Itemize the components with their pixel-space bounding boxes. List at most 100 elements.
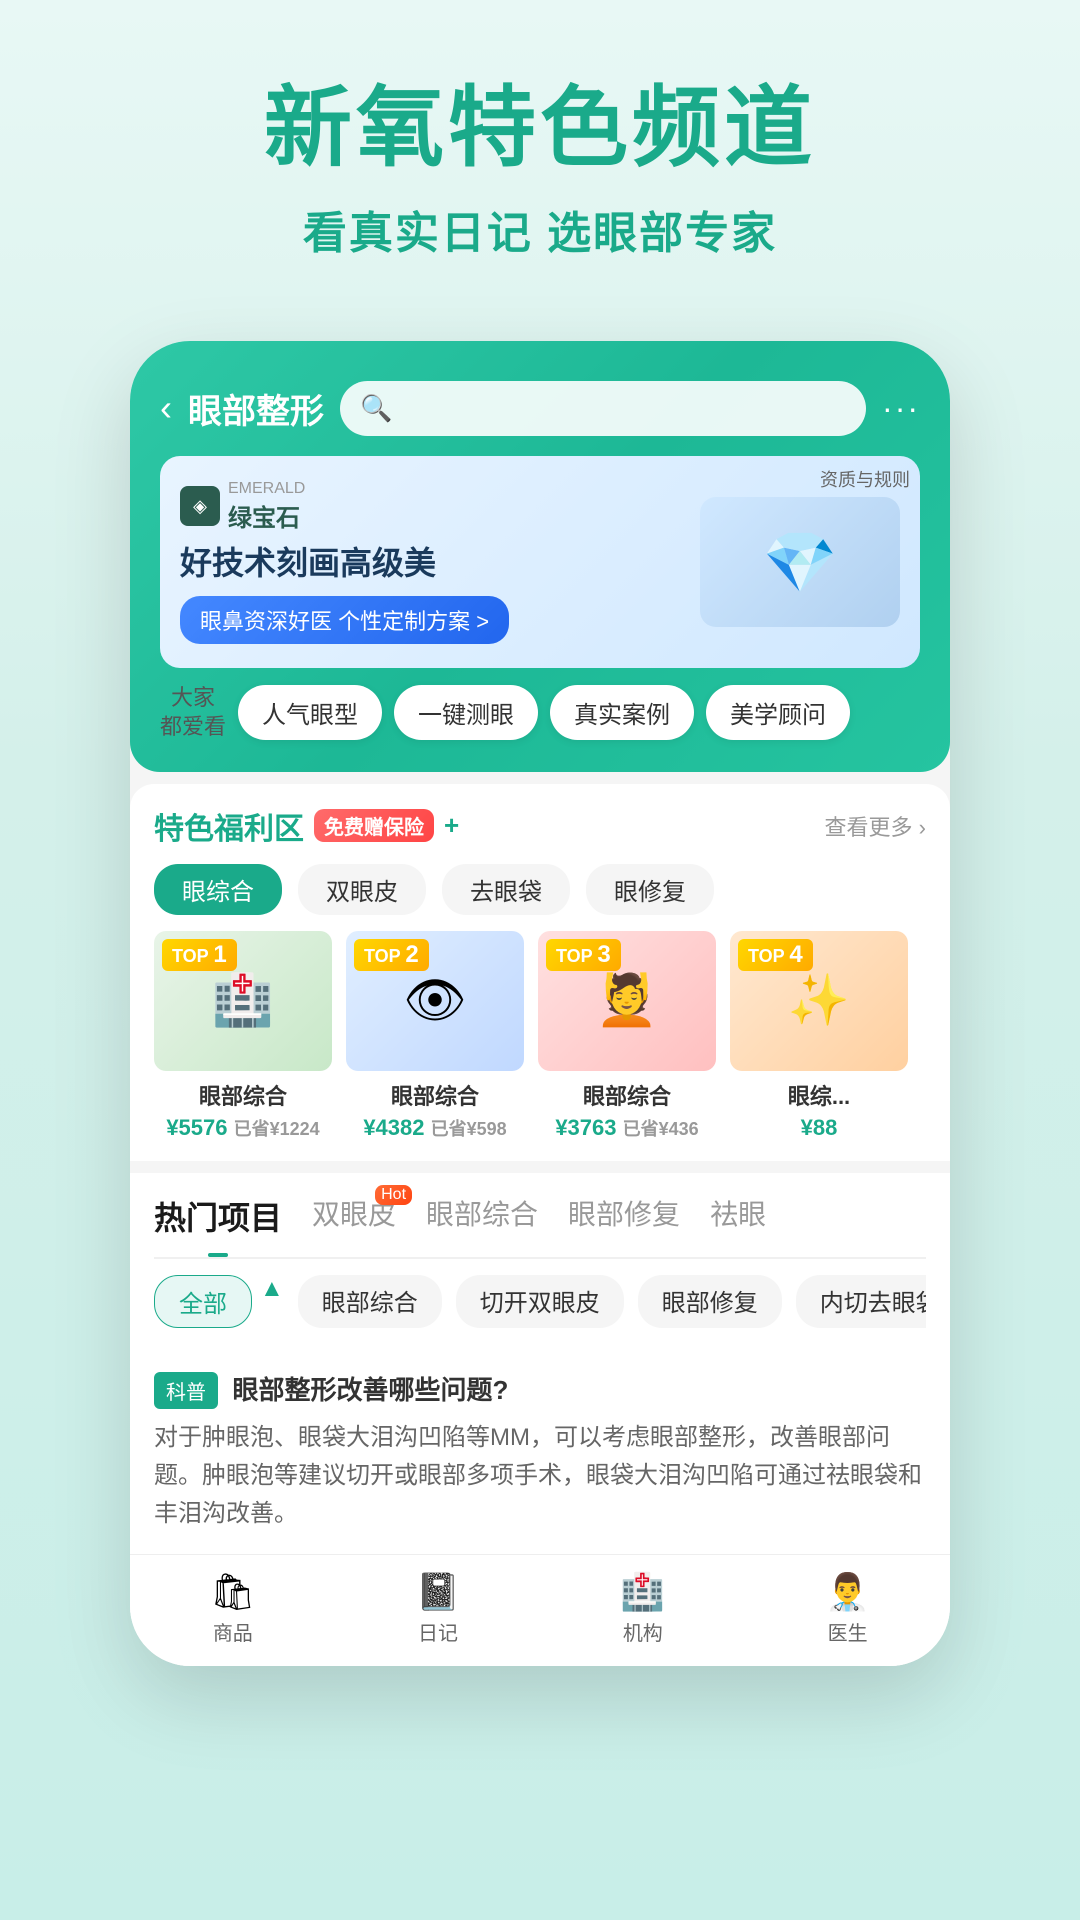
brand-name-en: EMERALD xyxy=(228,480,305,498)
product-card-1[interactable]: 🏥 TOP 1 眼部综合 ¥5576 已省¥1224 xyxy=(154,931,332,1141)
quick-tag-3[interactable]: 真实案例 xyxy=(550,685,694,740)
product-card-4[interactable]: ✨ TOP 4 眼综... ¥88 xyxy=(730,931,908,1141)
product-price-4: ¥88 xyxy=(730,1115,908,1141)
filter-chip-3[interactable]: 眼部修复 xyxy=(638,1275,782,1328)
quick-tags-label: 大家都爱看 xyxy=(160,684,226,741)
filter-chips: 全部 ▲ 眼部综合 切开双眼皮 眼部修复 内切去眼袋 xyxy=(154,1259,926,1344)
more-button[interactable]: ··· xyxy=(882,390,920,427)
cat-tab-0[interactable]: 眼综合 xyxy=(154,864,282,915)
product-image-4: ✨ TOP 4 xyxy=(730,931,908,1071)
quick-tag-2[interactable]: 一键测眼 xyxy=(394,685,538,740)
top-badge-4: TOP 4 xyxy=(738,939,813,971)
top-label-4: TOP xyxy=(748,946,784,966)
product-name-4: 眼综... xyxy=(730,1079,908,1111)
price-value-2: ¥4382 xyxy=(363,1115,424,1140)
product-image-2: 👁 TOP 2 xyxy=(346,931,524,1071)
price-value-3: ¥3763 xyxy=(555,1115,616,1140)
nav-item-doctor[interactable]: 👨‍⚕️ 医生 xyxy=(825,1571,870,1646)
app-header: ‹ 眼部整形 🔍 ··· ◈ EMERALD xyxy=(130,341,950,772)
category-tabs: 眼综合 双眼皮 去眼袋 眼修复 xyxy=(154,864,926,915)
product-list: 🏥 TOP 1 眼部综合 ¥5576 已省¥1224 xyxy=(154,931,926,1141)
search-box[interactable]: 🔍 xyxy=(340,381,866,436)
product-image-1: 🏥 TOP 1 xyxy=(154,931,332,1071)
article-title: 眼部整形改善哪些问题? xyxy=(232,1375,508,1405)
hot-tab-3[interactable]: 眼部修复 xyxy=(568,1193,680,1247)
app-content: ‹ 眼部整形 🔍 ··· ◈ EMERALD xyxy=(130,341,950,1666)
product-image-3: 💆 TOP 3 xyxy=(538,931,716,1071)
product-card-3[interactable]: 💆 TOP 3 眼部综合 ¥3763 已省¥436 xyxy=(538,931,716,1141)
doctor-icon: 👨‍⚕️ xyxy=(825,1571,870,1613)
nav-item-diary[interactable]: 📓 日记 xyxy=(416,1571,461,1646)
product-icon-3: 💆 xyxy=(596,971,658,1030)
banner-cta[interactable]: 眼鼻资深好医 个性定制方案 > xyxy=(180,596,509,644)
article-tag: 科普 xyxy=(154,1372,218,1409)
article-card[interactable]: 科普 眼部整形改善哪些问题? 对于肿眼泡、眼袋大泪沟凹陷等MM，可以考虑眼部整形… xyxy=(130,1354,950,1554)
price-value-4: ¥88 xyxy=(801,1115,838,1140)
clinic-icon: 🏥 xyxy=(620,1571,665,1613)
filter-chip-all[interactable]: 全部 xyxy=(154,1275,252,1328)
hot-tab-1[interactable]: 双眼皮 Hot xyxy=(312,1193,396,1247)
filter-chip-2[interactable]: 切开双眼皮 xyxy=(456,1275,624,1328)
quick-tag-1[interactable]: 人气眼型 xyxy=(238,685,382,740)
brand-name-cn: 绿宝石 xyxy=(228,498,305,533)
top-badge-1: TOP 1 xyxy=(162,939,237,971)
banner-image: 💎 xyxy=(700,497,900,627)
nav-label-doctor: 医生 xyxy=(828,1617,868,1646)
top-label-1: TOP xyxy=(172,946,208,966)
free-insurance-badge: 免费赠保险 xyxy=(314,809,434,842)
quick-tag-4[interactable]: 美学顾问 xyxy=(706,685,850,740)
price-save-2: 已省¥598 xyxy=(431,1119,507,1139)
benefit-header: 特色福利区 免费赠保险 + 查看更多 › xyxy=(154,804,926,848)
hot-tab-4[interactable]: 祛眼 xyxy=(710,1193,766,1247)
bottom-nav: 🛍 商品 📓 日记 🏥 机构 👨‍⚕️ 医生 xyxy=(130,1554,950,1666)
hot-section: 热门项目 双眼皮 Hot 眼部综合 眼部修复 祛眼 全部 ▲ 眼部综合 切开双眼… xyxy=(130,1173,950,1354)
nav-label-shop: 商品 xyxy=(213,1617,253,1646)
promo-banner[interactable]: ◈ EMERALD 绿宝石 好技术刻画高级美 眼鼻资深好医 个性定制方案 > 💎… xyxy=(160,456,920,669)
hot-tab-2[interactable]: 眼部综合 xyxy=(426,1193,538,1247)
product-price-2: ¥4382 已省¥598 xyxy=(346,1115,524,1141)
price-save-3: 已省¥436 xyxy=(623,1119,699,1139)
top-badge-2: TOP 2 xyxy=(354,939,429,971)
product-price-1: ¥5576 已省¥1224 xyxy=(154,1115,332,1141)
hot-badge: Hot xyxy=(375,1185,412,1205)
article-content: 对于肿眼泡、眼袋大泪沟凹陷等MM，可以考虑眼部整形，改善眼部问题。肿眼泡等建议切… xyxy=(154,1419,926,1534)
top-num-3: 3 xyxy=(597,941,610,968)
cat-tab-3[interactable]: 眼修复 xyxy=(586,864,714,915)
cat-tab-2[interactable]: 去眼袋 xyxy=(442,864,570,915)
quick-tags-section: 大家都爱看 人气眼型 一键测眼 真实案例 美学顾问 xyxy=(160,668,920,751)
hero-section: 新氧特色频道 看真实日记 选眼部专家 xyxy=(0,0,1080,301)
hot-tab-0[interactable]: 热门项目 xyxy=(154,1193,282,1247)
nav-item-clinic[interactable]: 🏥 机构 xyxy=(620,1571,665,1646)
app-nav: ‹ 眼部整形 🔍 ··· xyxy=(160,381,920,436)
plus-icon: + xyxy=(444,810,459,841)
brand-icon: ◈ xyxy=(193,496,207,517)
filter-chip-1[interactable]: 眼部综合 xyxy=(298,1275,442,1328)
product-icon-1: 🏥 xyxy=(212,971,274,1030)
hot-tabs: 热门项目 双眼皮 Hot 眼部综合 眼部修复 祛眼 xyxy=(154,1193,926,1259)
benefit-title-text: 特色福利区 xyxy=(154,804,304,848)
top-badge-3: TOP 3 xyxy=(546,939,621,971)
product-name-1: 眼部综合 xyxy=(154,1079,332,1111)
banner-icon: 💎 xyxy=(763,527,838,598)
brand-info: ◈ EMERALD 绿宝石 xyxy=(180,480,509,533)
brand-logo: ◈ xyxy=(180,486,220,526)
product-card-2[interactable]: 👁 TOP 2 眼部综合 ¥4382 已省¥598 xyxy=(346,931,524,1141)
see-more-button[interactable]: 查看更多 › xyxy=(825,810,926,842)
diary-icon: 📓 xyxy=(416,1571,461,1613)
product-icon-2: 👁 xyxy=(403,971,466,1030)
filter-chip-4[interactable]: 内切去眼袋 xyxy=(796,1275,926,1328)
nav-label-diary: 日记 xyxy=(418,1617,458,1646)
product-name-3: 眼部综合 xyxy=(538,1079,716,1111)
banner-content: ◈ EMERALD 绿宝石 好技术刻画高级美 眼鼻资深好医 个性定制方案 > xyxy=(180,480,509,645)
top-label-2: TOP xyxy=(364,946,400,966)
article-header: 科普 眼部整形改善哪些问题? xyxy=(154,1370,926,1409)
phone-mockup: ‹ 眼部整形 🔍 ··· ◈ EMERALD xyxy=(130,341,950,1666)
shop-icon: 🛍 xyxy=(210,1571,256,1613)
page-title: 眼部整形 xyxy=(188,384,324,433)
nav-item-shop[interactable]: 🛍 商品 xyxy=(210,1571,256,1646)
benefit-title: 特色福利区 免费赠保险 + xyxy=(154,804,459,848)
product-price-3: ¥3763 已省¥436 xyxy=(538,1115,716,1141)
price-value-1: ¥5576 xyxy=(166,1115,227,1140)
back-button[interactable]: ‹ xyxy=(160,387,172,429)
cat-tab-1[interactable]: 双眼皮 xyxy=(298,864,426,915)
